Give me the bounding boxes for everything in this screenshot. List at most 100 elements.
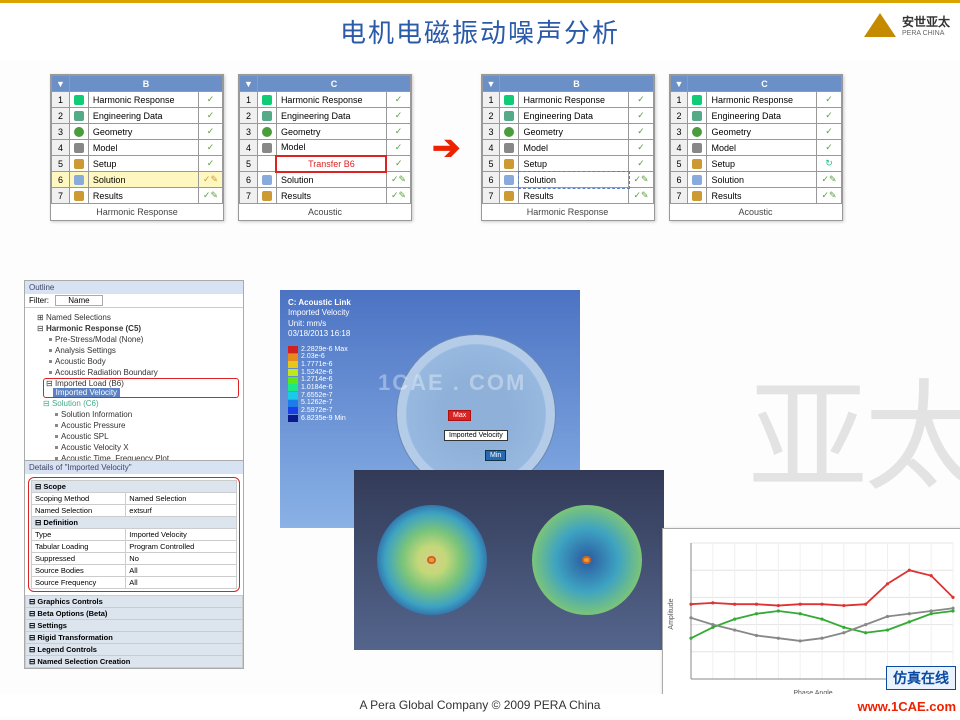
viz-unit: Unit: mm/s xyxy=(288,319,326,328)
cell-solution-linked[interactable]: Solution xyxy=(519,172,629,188)
rotor-left-plot xyxy=(377,505,487,615)
results-icon xyxy=(74,191,84,201)
workbench-tables-row: ▼B 1Harmonic Response 2Engineering Data … xyxy=(50,74,843,221)
cell[interactable]: Model xyxy=(707,140,817,156)
cell[interactable]: Geometry xyxy=(519,124,629,140)
cell[interactable]: Harmonic Response xyxy=(276,92,386,108)
slide-title: 电机电磁振动噪声分析 xyxy=(340,13,620,50)
viz-subtitle: Imported Velocity xyxy=(288,308,349,317)
cell[interactable]: Results xyxy=(519,188,629,204)
tree-item-imported-velocity[interactable]: Imported Velocity xyxy=(53,388,120,397)
transfer-drop-target[interactable]: Transfer B6 xyxy=(276,156,386,172)
cell[interactable]: Geometry xyxy=(707,124,817,140)
cell-model[interactable]: Model xyxy=(88,140,198,156)
wb-table-c-acoustic-after: ▼C 1Harmonic Response 2Engineering Data … xyxy=(669,74,843,221)
tree-item[interactable]: Named Selections xyxy=(46,313,111,322)
caption-acoustic: Acoustic xyxy=(240,204,411,221)
cell[interactable]: Engineering Data xyxy=(519,108,629,124)
setup-icon xyxy=(74,159,84,169)
cell[interactable]: Geometry xyxy=(276,124,386,140)
cell[interactable]: Engineering Data xyxy=(276,108,386,124)
solution-icon xyxy=(74,175,84,185)
tree-item[interactable]: Harmonic Response (C5) xyxy=(46,324,141,333)
tree-item-imported-load[interactable]: Imported Load (B6) xyxy=(55,379,124,388)
watermark-url: 1CAE . COM xyxy=(378,370,526,396)
logo-subtext: PERA CHINA xyxy=(902,30,950,37)
tree-item[interactable]: Solution Information xyxy=(61,410,132,419)
details-panel: Details of "Imported Velocity" ⊟ ScopeSc… xyxy=(24,460,244,669)
filter-select[interactable]: Name xyxy=(55,295,102,306)
tree-item[interactable]: Acoustic Velocity X xyxy=(61,443,129,452)
wb-table-c-acoustic: ▼C 1Harmonic Response 2Engineering Data … xyxy=(238,74,412,221)
details-title: Details of "Imported Velocity" xyxy=(25,461,243,474)
cell[interactable]: Engineering Data xyxy=(707,108,817,124)
solution-icon xyxy=(262,175,272,185)
tree-item[interactable]: Acoustic Body xyxy=(55,357,106,366)
svg-text:Amplitude: Amplitude xyxy=(668,598,675,629)
viz-title: C: Acoustic Link xyxy=(288,298,351,307)
caption-acoustic: Acoustic xyxy=(670,204,841,221)
cell[interactable]: Harmonic Response xyxy=(519,92,629,108)
system-icon xyxy=(262,95,272,105)
cell[interactable]: Solution xyxy=(276,172,386,188)
pera-logo: 安世亚太 PERA CHINA xyxy=(864,13,950,37)
cell[interactable]: Harmonic Response xyxy=(707,92,817,108)
cell-setup[interactable]: Setup xyxy=(88,156,198,172)
details-highlight-box: ⊟ ScopeScoping MethodNamed SelectionName… xyxy=(28,477,240,592)
col-header-b: B xyxy=(69,76,222,92)
engdata-icon xyxy=(262,111,272,121)
result-view-dual-rotors xyxy=(354,470,664,650)
col-header-c: C xyxy=(688,76,841,92)
geometry-icon xyxy=(262,127,272,137)
model-icon xyxy=(74,143,84,153)
cell[interactable]: Results xyxy=(707,188,817,204)
logo-icon xyxy=(864,13,896,37)
outline-title: Outline xyxy=(25,281,243,294)
imported-velocity-tag: Imported Velocity xyxy=(444,430,508,441)
system-icon xyxy=(74,95,84,105)
geometry-icon xyxy=(74,127,84,137)
cell[interactable]: Results xyxy=(276,188,386,204)
tree-item[interactable]: Pre-Stress/Modal (None) xyxy=(55,335,143,344)
cell-results[interactable]: Results xyxy=(88,188,198,204)
min-tag: Min xyxy=(485,450,506,461)
badge-simulation-online: 仿真在线 xyxy=(886,666,956,690)
arrow-icon: ➔ xyxy=(432,128,461,168)
tree-item[interactable]: Acoustic Radiation Boundary xyxy=(55,368,158,377)
rotor-right-plot xyxy=(532,505,642,615)
footer: A Pera Global Company © 2009 PERA China xyxy=(0,694,960,716)
results-icon xyxy=(262,191,272,201)
cell-setup-linked[interactable]: Setup xyxy=(707,156,817,172)
col-header-b: B xyxy=(500,76,653,92)
tree-item[interactable]: Acoustic Pressure xyxy=(61,421,125,430)
outline-tree[interactable]: ⊞ Named Selections ⊟ Harmonic Response (… xyxy=(25,308,243,468)
cell-solution[interactable]: Solution xyxy=(88,172,198,188)
logo-text: 安世亚太 xyxy=(902,13,950,30)
cell-geometry[interactable]: Geometry xyxy=(88,124,198,140)
watermark-side: 亚太 xyxy=(748,340,960,514)
viz-timestamp: 03/18/2013 16:18 xyxy=(288,329,350,338)
details-table: ⊟ ScopeScoping MethodNamed SelectionName… xyxy=(31,480,237,589)
cell[interactable]: Solution xyxy=(707,172,817,188)
model-icon xyxy=(262,143,272,153)
max-tag: Max xyxy=(448,410,471,421)
wb-table-b-harmonic: ▼B 1Harmonic Response 2Engineering Data … xyxy=(50,74,224,221)
caption-harmonic: Harmonic Response xyxy=(482,204,653,221)
cell-harmonic[interactable]: Harmonic Response xyxy=(88,92,198,108)
badge-1cae-url: www.1CAE.com xyxy=(858,699,956,714)
cell-engdata[interactable]: Engineering Data xyxy=(88,108,198,124)
cell[interactable]: Model xyxy=(276,140,386,156)
slide-header: 电机电磁振动噪声分析 安世亚太 PERA CHINA xyxy=(0,0,960,60)
details-table-footer: ⊟ Graphics Controls⊟ Beta Options (Beta)… xyxy=(25,595,243,668)
cell[interactable]: Setup xyxy=(519,156,629,172)
engdata-icon xyxy=(74,111,84,121)
tree-item[interactable]: Analysis Settings xyxy=(55,346,116,355)
wb-table-b-harmonic-after: ▼B 1Harmonic Response 2Engineering Data … xyxy=(481,74,655,221)
outline-panel: Outline Filter: Name ⊞ Named Selections … xyxy=(24,280,244,469)
col-header-c: C xyxy=(257,76,410,92)
caption-harmonic: Harmonic Response xyxy=(52,204,223,221)
filter-label: Filter: xyxy=(29,296,49,305)
tree-item[interactable]: Acoustic SPL xyxy=(61,432,109,441)
cell[interactable]: Model xyxy=(519,140,629,156)
tree-item[interactable]: Solution (C6) xyxy=(52,399,99,408)
